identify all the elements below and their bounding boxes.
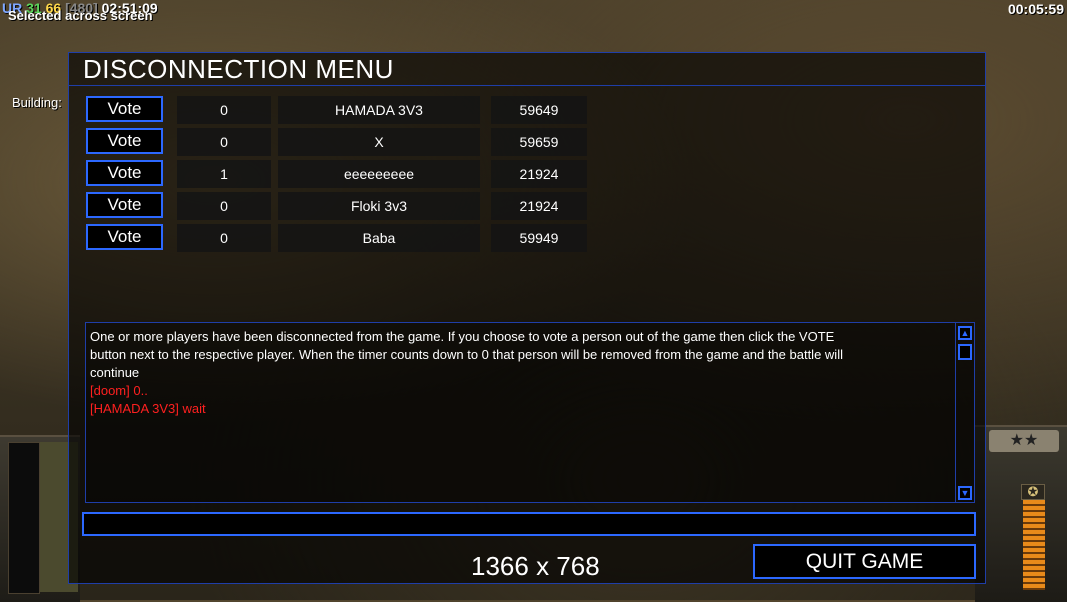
vote-count: 0 [177,128,271,156]
player-name: eeeeeeeee [278,160,480,188]
menu-title: DISCONNECTION MENU [83,54,394,84]
general-star-icon[interactable]: ✪ [1021,484,1045,500]
chat-message: [HAMADA 3V3] wait [90,401,206,416]
rank-stars-icon: ★★ [989,430,1059,452]
player-name: HAMADA 3V3 [278,96,480,124]
vote-button[interactable]: Vote [86,160,163,186]
info-line: continue [90,365,140,380]
vote-button[interactable]: Vote [86,128,163,154]
power-meter [1023,500,1045,590]
chat-text: One or more players have been disconnect… [90,328,950,418]
chat-message: [doom] 0.. [90,383,148,398]
player-timer: 59659 [491,128,587,156]
scroll-down-icon[interactable]: ▼ [958,486,972,500]
player-timer: 21924 [491,192,587,220]
player-timer: 59649 [491,96,587,124]
game-timer: 00:05:59 [1007,1,1064,17]
player-timer: 21924 [491,160,587,188]
building-label: Building: [12,95,62,110]
vote-count: 0 [177,96,271,124]
info-line: One or more players have been disconnect… [90,329,835,344]
info-line: button next to the respective player. Wh… [90,347,843,362]
title-divider [69,85,985,86]
scroll-thumb[interactable] [958,344,972,360]
vote-button[interactable]: Vote [86,96,163,122]
chat-log[interactable]: One or more players have been disconnect… [85,322,975,503]
player-name: Baba [278,224,480,252]
vote-button[interactable]: Vote [86,192,163,218]
player-name: Floki 3v3 [278,192,480,220]
chat-input[interactable] [82,512,976,536]
player-timer: 59949 [491,224,587,252]
vote-button[interactable]: Vote [86,224,163,250]
selection-status: Selected across screen [8,8,153,23]
vote-count: 1 [177,160,271,188]
resolution-label: 1366 x 768 [471,551,600,581]
vote-count: 0 [177,192,271,220]
player-name: X [278,128,480,156]
quit-game-button[interactable]: QUIT GAME [753,544,976,579]
scroll-up-icon[interactable]: ▲ [958,326,972,340]
disconnection-menu: DISCONNECTION MENU Vote 0 HAMADA 3V3 596… [68,52,986,584]
chat-scrollbar[interactable]: ▲ ▼ [955,323,974,502]
minimap[interactable] [8,442,40,594]
vote-count: 0 [177,224,271,252]
